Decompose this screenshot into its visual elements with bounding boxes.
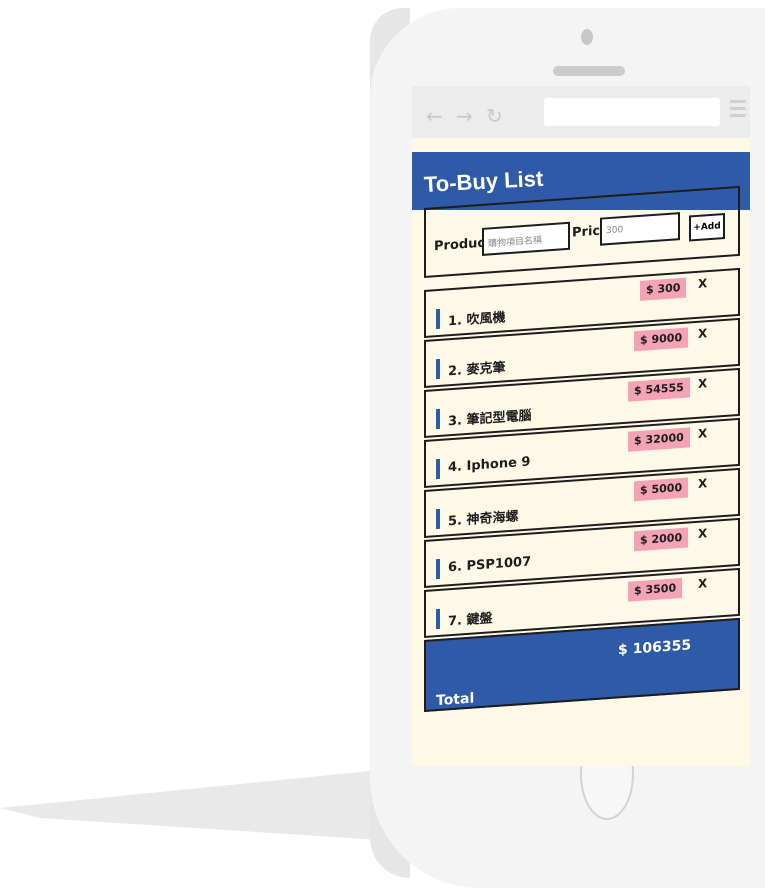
hamburger-menu-icon[interactable] [730,100,746,120]
item-accent-bar [436,558,440,580]
delete-item-button[interactable]: X [698,576,707,591]
total-label: Total [436,690,475,710]
item-accent-bar [436,608,440,630]
item-name: 4. Iphone 9 [448,454,531,476]
app-viewport: To-Buy List Product 購物項目名稱 Price 300 +Ad… [412,138,750,766]
item-price-badge: $ 5000 [634,477,689,502]
delete-item-button[interactable]: X [698,376,707,391]
url-bar[interactable] [544,98,720,126]
delete-item-button[interactable]: X [698,526,707,541]
delete-item-button[interactable]: X [698,326,707,341]
item-price-badge: $ 54555 [628,377,690,402]
delete-item-button[interactable]: X [698,276,707,291]
item-accent-bar [436,508,440,530]
reload-icon[interactable]: ↻ [486,106,503,126]
delete-item-button[interactable]: X [698,426,707,441]
item-name: 7. 鍵盤 [448,611,493,630]
arrow-left-icon[interactable]: ← [426,106,443,126]
item-accent-bar [436,408,440,430]
item-price-badge: $ 3500 [628,577,683,602]
page-title: To-Buy List [423,165,544,197]
total-value: $ 106355 [618,637,692,659]
item-price-badge: $ 300 [640,277,687,301]
delete-item-button[interactable]: X [698,476,707,491]
item-accent-bar [436,358,440,380]
product-input[interactable]: 購物項目名稱 [482,221,570,256]
item-name: 2. 麥克筆 [448,360,506,380]
phone-screen: ← → ↻ To-Buy List Product 購物項目名稱 Price 3… [412,86,750,766]
item-accent-bar [436,458,440,480]
item-price-badge: $ 9000 [634,327,689,352]
item-accent-bar [436,308,440,330]
browser-toolbar: ← → ↻ [412,86,750,138]
price-input[interactable]: 300 [600,212,680,246]
item-price-badge: $ 2000 [634,527,689,552]
item-name: 3. 筆記型電腦 [448,408,532,430]
item-name: 1. 吹風機 [448,310,506,330]
front-camera [581,29,593,45]
item-name: 6. PSP1007 [448,554,532,576]
earpiece-speaker [553,66,625,76]
item-name: 5. 神奇海螺 [448,509,519,530]
add-button[interactable]: +Add [689,212,725,242]
arrow-right-icon[interactable]: → [456,106,473,126]
item-price-badge: $ 32000 [628,427,690,452]
